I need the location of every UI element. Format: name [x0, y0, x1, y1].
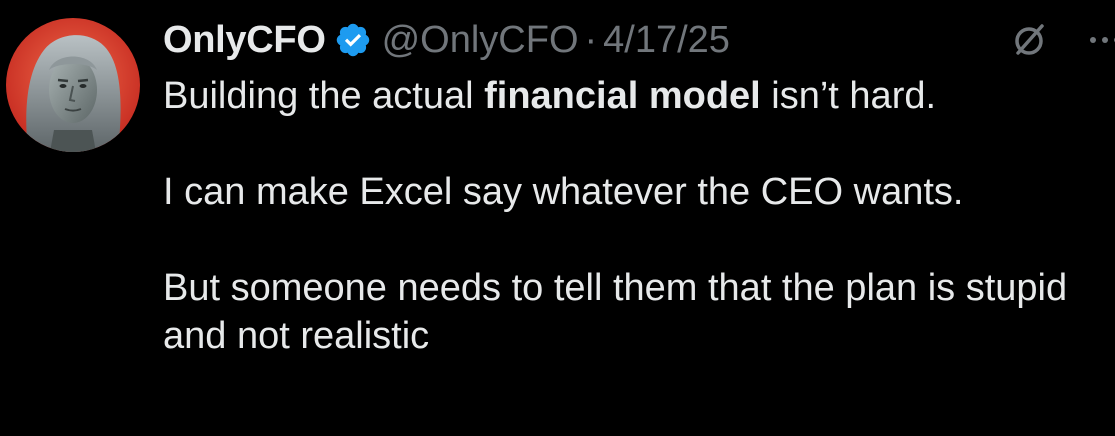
tweet-text: Building the actual financial model isn’…	[163, 72, 1108, 360]
author-display-name[interactable]: OnlyCFO	[163, 19, 326, 62]
tweet-paragraph-3: But someone needs to tell them that the …	[163, 267, 1068, 357]
tweet-paragraph-1: Building the actual financial model isn’…	[163, 72, 1108, 120]
verified-badge-icon[interactable]	[334, 21, 372, 59]
grok-icon[interactable]	[1009, 20, 1049, 60]
header-actions	[1009, 18, 1115, 62]
avatar[interactable]	[6, 18, 140, 152]
author-handle[interactable]: @OnlyCFO	[382, 19, 579, 62]
tweet-header: OnlyCFO @OnlyCFO · 4/17/25	[163, 14, 730, 66]
text-segment: Building the actual	[163, 75, 485, 117]
tweet-paragraph-2: I can make Excel say whatever the CEO wa…	[163, 171, 964, 213]
avatar-portrait-icon	[6, 18, 140, 152]
text-segment: isn’t hard.	[760, 75, 937, 117]
separator-dot: ·	[584, 18, 598, 61]
more-icon[interactable]	[1085, 20, 1115, 60]
tweet: OnlyCFO @OnlyCFO · 4/17/25 Building the …	[0, 0, 1115, 436]
text-bold-segment: financial model	[484, 75, 761, 117]
tweet-date[interactable]: 4/17/25	[603, 19, 730, 62]
